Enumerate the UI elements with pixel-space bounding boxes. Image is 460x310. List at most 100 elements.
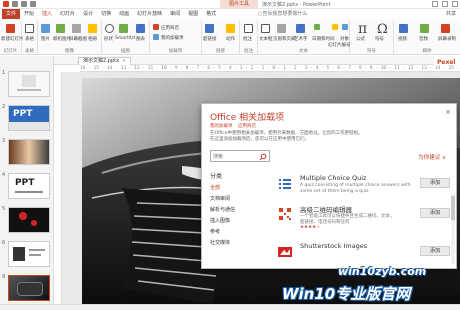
textbox-button[interactable]: 文本框 xyxy=(259,36,273,42)
table-icon[interactable] xyxy=(25,24,34,33)
tab-slideshow[interactable]: 幻灯片放映 xyxy=(133,9,166,19)
addin-list-scrollbar[interactable] xyxy=(451,194,455,264)
screenshot-icon[interactable] xyxy=(72,24,81,33)
add-button[interactable]: 添加 xyxy=(420,178,450,188)
document-tab[interactable]: 演示文稿2.pptx × xyxy=(78,57,132,65)
pictures-button[interactable]: 图片 xyxy=(41,36,50,42)
shapes-icon[interactable] xyxy=(105,24,114,33)
chart-button[interactable]: 图表 xyxy=(136,36,145,42)
category-all[interactable]: 全部 xyxy=(210,184,220,191)
screen-recording-button[interactable]: 屏幕录制 xyxy=(438,36,456,42)
pictures-icon[interactable] xyxy=(41,24,50,33)
comment-icon[interactable] xyxy=(244,24,253,33)
search-icon[interactable] xyxy=(259,153,267,161)
smartart-button[interactable]: SmartArt xyxy=(115,36,135,41)
category-social-media[interactable]: 社交媒体 xyxy=(210,239,230,246)
symbol-button[interactable]: 符号 xyxy=(375,36,384,42)
addin-search-box[interactable] xyxy=(210,150,270,162)
close-tab-icon[interactable]: × xyxy=(122,58,126,64)
screen-recording-icon[interactable] xyxy=(441,24,450,33)
add-button[interactable]: 添加 xyxy=(420,208,450,218)
comment-button[interactable]: 批注 xyxy=(243,36,252,42)
store-link[interactable]: 应用商店 xyxy=(238,123,256,129)
store-button[interactable]: 应用商店 xyxy=(161,25,179,31)
tab-review[interactable]: 审阅 xyxy=(166,9,184,19)
slide-preview-selected[interactable] xyxy=(8,275,50,301)
store-icon[interactable] xyxy=(153,24,159,30)
share-button[interactable]: 共享 xyxy=(446,10,456,17)
tab-home[interactable]: 开始 xyxy=(20,9,38,19)
maximize-icon[interactable] xyxy=(442,1,448,7)
slide-thumbnail[interactable]: 3 xyxy=(0,138,54,168)
tab-design[interactable]: 设计 xyxy=(79,9,97,19)
slide-thumbnail[interactable]: 2 PPT xyxy=(0,104,54,134)
header-footer-button[interactable]: 页眉和页脚 xyxy=(273,36,296,42)
video-button[interactable]: 视频 xyxy=(398,36,407,42)
slide-preview[interactable] xyxy=(8,207,50,233)
redo-icon[interactable] xyxy=(30,1,36,7)
smartart-icon[interactable] xyxy=(119,24,128,33)
audio-button[interactable]: 音频 xyxy=(419,36,428,42)
slide-preview[interactable]: PPT xyxy=(8,173,50,199)
video-icon[interactable] xyxy=(399,24,408,33)
slide-thumbnail[interactable]: 1 xyxy=(0,70,54,100)
album-button[interactable]: 相册 xyxy=(88,36,97,42)
undo-icon[interactable] xyxy=(21,1,27,7)
action-icon[interactable] xyxy=(226,24,235,33)
scrollbar-thumb[interactable] xyxy=(451,196,455,220)
symbol-icon[interactable]: Ω xyxy=(377,23,388,36)
slide-thumbnail[interactable]: 9 xyxy=(0,274,54,304)
minimize-icon[interactable] xyxy=(432,1,438,7)
tab-view[interactable]: 视图 xyxy=(184,9,202,19)
slide-thumbnail[interactable]: 5 xyxy=(0,206,54,236)
table-button[interactable]: 表格 xyxy=(25,36,34,42)
suggested-dropdown[interactable]: 为你建议 ∨ xyxy=(418,153,446,161)
addin-item[interactable]: Multiple Choice Quiz A quiz consisting o… xyxy=(276,174,452,202)
slide-preview[interactable] xyxy=(8,241,50,267)
screenshot-button[interactable]: 屏幕截图 xyxy=(69,36,87,42)
hyperlink-icon[interactable] xyxy=(205,24,214,33)
close-icon[interactable] xyxy=(452,1,458,7)
header-footer-icon[interactable] xyxy=(277,24,286,33)
close-icon[interactable]: × xyxy=(445,108,451,116)
wordart-button[interactable]: 艺术字 xyxy=(294,36,308,42)
tab-format[interactable]: 格式 xyxy=(202,9,220,19)
category-insert-images[interactable]: 插入图像 xyxy=(210,217,230,224)
action-button[interactable]: 动作 xyxy=(226,36,235,42)
add-button[interactable]: 添加 xyxy=(420,246,450,256)
datetime-icon[interactable] xyxy=(314,24,320,30)
tell-me-search[interactable]: 告诉我您想要做什么 xyxy=(258,10,307,17)
tab-file[interactable]: 文件 xyxy=(2,9,21,19)
object-icon[interactable] xyxy=(342,24,348,30)
my-addins-link[interactable]: 我的加载项 xyxy=(210,123,233,129)
search-input[interactable] xyxy=(213,152,257,161)
textbox-icon[interactable] xyxy=(261,24,270,33)
slide-thumbnail[interactable]: 4 PPT xyxy=(0,172,54,202)
category-reference[interactable]: 参考 xyxy=(210,228,220,235)
tab-animations[interactable]: 动画 xyxy=(115,9,133,19)
object-button[interactable]: 对象 xyxy=(340,36,349,42)
album-icon[interactable] xyxy=(88,24,97,33)
shapes-button[interactable]: 形状 xyxy=(104,36,113,42)
tab-transitions[interactable]: 切换 xyxy=(97,9,115,19)
chart-icon[interactable] xyxy=(136,24,145,33)
save-icon[interactable] xyxy=(12,1,18,7)
my-addins-button[interactable]: 我的加载项 xyxy=(161,35,184,41)
category-document-review[interactable]: 文档审阅 xyxy=(210,195,230,202)
slide-thumbnail-panel[interactable]: 1 2 PPT 3 4 PPT 5 6 9 xyxy=(0,56,54,304)
my-addins-icon[interactable] xyxy=(153,34,159,40)
slide-preview[interactable]: PPT xyxy=(8,105,50,131)
online-pictures-icon[interactable] xyxy=(56,24,65,33)
equation-button[interactable]: 公式 xyxy=(356,36,365,42)
new-slide-icon[interactable] xyxy=(6,24,15,33)
addin-item[interactable]: 高级二维码编辑器 一个智能工具可以快捷并且生成二维码，文本， 超链接、电话号码和… xyxy=(276,204,452,232)
new-slide-button[interactable]: 新建幻灯片 xyxy=(1,36,24,42)
slide-preview[interactable] xyxy=(8,71,50,97)
slide-preview[interactable] xyxy=(8,139,50,165)
slide-number-icon[interactable] xyxy=(332,24,338,30)
audio-icon[interactable] xyxy=(420,24,429,33)
tab-slides[interactable]: 幻灯片 xyxy=(56,9,79,19)
tab-insert[interactable]: 插入 xyxy=(38,9,57,20)
equation-icon[interactable]: π xyxy=(358,22,367,36)
wordart-icon[interactable] xyxy=(296,24,305,33)
